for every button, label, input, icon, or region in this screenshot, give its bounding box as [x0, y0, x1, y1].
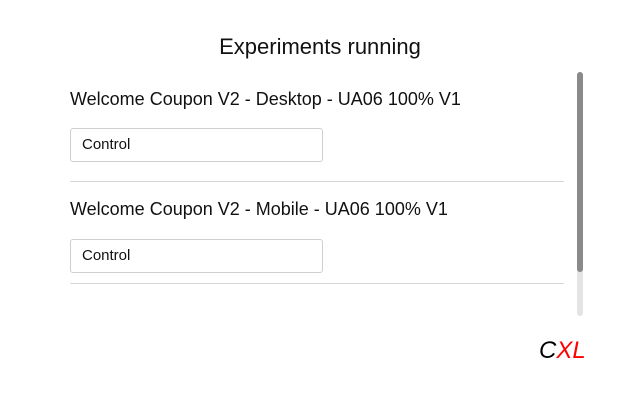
page-title: Experiments running — [219, 34, 421, 59]
cxl-logo: CXL — [539, 336, 586, 366]
experiments-popup: Experiments running Welcome Coupon V2 - … — [0, 0, 640, 400]
experiment-item: Welcome Coupon V2 - Desktop - UA06 100% … — [70, 72, 564, 182]
variant-select[interactable]: Control — [70, 239, 323, 273]
scrollbar-thumb[interactable] — [577, 72, 583, 272]
experiment-name: Welcome Coupon V2 - Desktop - UA06 100% … — [70, 89, 461, 109]
experiment-name: Welcome Coupon V2 - Mobile - UA06 100% V… — [70, 199, 448, 219]
variant-select[interactable]: Control — [70, 128, 323, 162]
experiment-list: Welcome Coupon V2 - Desktop - UA06 100% … — [70, 72, 564, 316]
scrollbar[interactable] — [577, 72, 583, 316]
logo-letter-c: C — [539, 337, 557, 364]
logo-letters-xl: XL — [556, 337, 586, 364]
experiment-item: Welcome Coupon V2 - Mobile - UA06 100% V… — [70, 182, 564, 284]
